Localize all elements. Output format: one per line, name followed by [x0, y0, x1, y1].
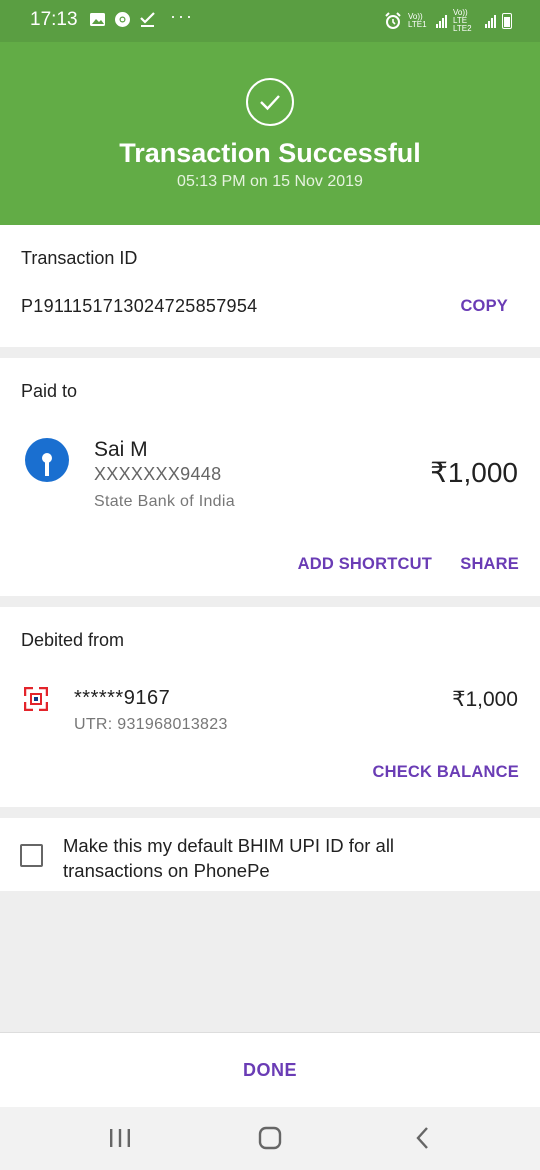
paid-to-label: Paid to — [21, 381, 78, 401]
signal-icon — [485, 14, 496, 28]
payee-account: XXXXXXX9448 — [94, 464, 222, 484]
debited-from-label: Debited from — [21, 630, 125, 650]
transaction-id-card: Transaction ID P1911151713024725857954 C… — [0, 225, 540, 347]
navigation-bar — [0, 1107, 540, 1170]
more-notifications: ··· — [170, 6, 194, 26]
default-upi-checkbox[interactable] — [20, 844, 43, 867]
signal-icon — [436, 14, 447, 28]
debit-amount: ₹1,000 — [452, 688, 518, 711]
footer: DONE — [0, 1032, 540, 1107]
payee-name: Sai M — [94, 438, 148, 461]
default-upi-text: Make this my default BHIM UPI ID for all… — [63, 835, 395, 881]
sim1-label: Vo)) LTE1 — [408, 12, 427, 29]
done-button[interactable]: DONE — [0, 1060, 540, 1081]
check-balance-button[interactable]: CHECK BALANCE — [372, 763, 519, 782]
default-upi-card: Make this my default BHIM UPI ID for all… — [0, 818, 540, 891]
sbi-logo-icon — [25, 438, 69, 482]
transaction-id-value: P1911151713024725857954 — [21, 296, 258, 316]
hdfc-logo-icon — [24, 687, 48, 711]
battery-icon — [502, 13, 512, 29]
status-right: Vo)) LTE1 Vo)) LTE LTE2 — [384, 8, 512, 33]
download-check-icon — [140, 12, 155, 27]
check-circle-icon — [246, 78, 294, 126]
copy-button[interactable]: COPY — [460, 297, 508, 316]
debit-account: ******9167 — [74, 687, 171, 709]
status-time: 17:13 — [30, 9, 78, 30]
success-header: Transaction Successful 05:13 PM on 15 No… — [0, 42, 540, 225]
home-icon[interactable] — [255, 1125, 285, 1151]
status-bar: 17:13 ··· Vo)) LTE1 Vo)) LTE LTE2 — [0, 0, 540, 42]
debited-from-card: Debited from ******9167 UTR: 93196801382… — [0, 607, 540, 807]
payee-bank: State Bank of India — [94, 493, 235, 510]
utr-number: UTR: 931968013823 — [74, 716, 228, 733]
sim2-label: Vo)) LTE LTE2 — [453, 8, 472, 33]
page-title: Transaction Successful — [119, 138, 421, 168]
share-button[interactable]: SHARE — [460, 555, 519, 574]
paid-amount: ₹1,000 — [430, 457, 518, 488]
alarm-icon — [385, 12, 401, 29]
paid-to-card: Paid to Sai M XXXXXXX9448 State Bank of … — [0, 358, 540, 596]
transaction-timestamp: 05:13 PM on 15 Nov 2019 — [177, 173, 363, 190]
add-shortcut-button[interactable]: ADD SHORTCUT — [298, 555, 432, 574]
recents-icon[interactable] — [105, 1125, 135, 1151]
back-icon[interactable] — [408, 1125, 438, 1151]
transaction-id-label: Transaction ID — [21, 248, 138, 268]
gallery-icon — [90, 13, 105, 26]
chrome-icon — [115, 12, 130, 27]
